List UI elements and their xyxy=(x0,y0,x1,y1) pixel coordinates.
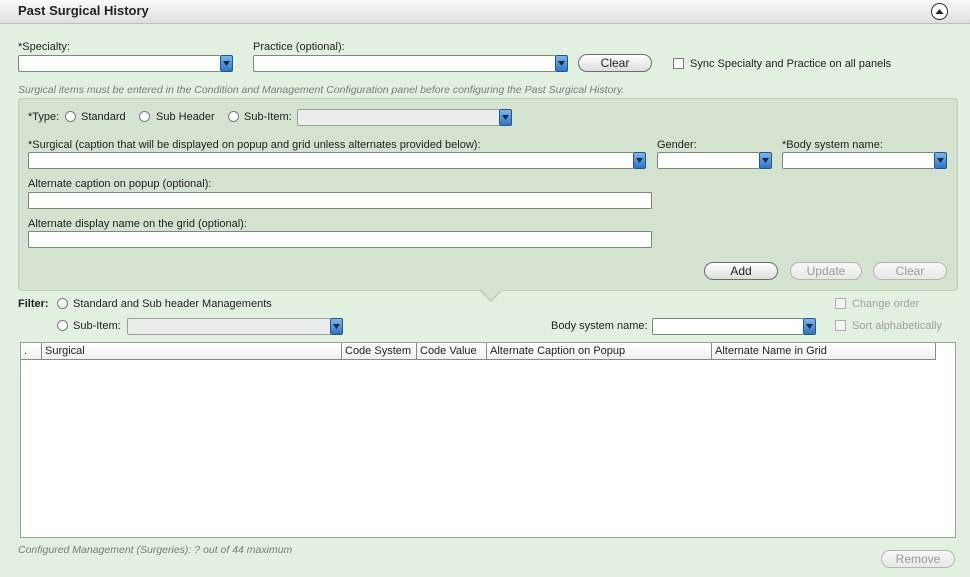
filter-standard-radio[interactable] xyxy=(57,298,68,309)
grid-header: . Surgical Code System Code Value Altern… xyxy=(21,343,936,360)
sort-alpha-label: Sort alphabetically xyxy=(852,320,942,332)
panel-header: Past Surgical History xyxy=(0,0,970,24)
filter-subitem-select[interactable] xyxy=(127,318,343,335)
config-hint: Surgical items must be entered in the Co… xyxy=(18,84,625,96)
change-order-checkbox[interactable] xyxy=(835,298,846,309)
filter-body-system-label: Body system name: xyxy=(551,320,648,332)
type-subitem-radio[interactable] xyxy=(228,111,239,122)
surgical-label: *Surgical (caption that will be displaye… xyxy=(28,139,481,151)
sync-label: Sync Specialty and Practice on all panel… xyxy=(690,58,892,70)
type-subheader-radio[interactable] xyxy=(139,111,150,122)
body-system-label: *Body system name: xyxy=(782,139,883,151)
chevron-down-icon[interactable] xyxy=(220,55,233,72)
add-button[interactable]: Add xyxy=(704,262,778,280)
surgical-select[interactable] xyxy=(28,152,646,169)
alt-popup-input[interactable] xyxy=(28,192,652,209)
column-header[interactable]: . xyxy=(21,343,42,360)
column-header[interactable]: Surgical xyxy=(42,343,342,360)
specialty-select[interactable] xyxy=(18,55,233,72)
filter-subitem-label: Sub-Item: xyxy=(73,320,121,332)
clear-top-button[interactable]: Clear xyxy=(578,54,652,72)
collapse-up-icon[interactable] xyxy=(931,3,948,20)
practice-select[interactable] xyxy=(253,55,568,72)
clear-panel-button[interactable]: Clear xyxy=(873,262,947,280)
filter-body-system-select[interactable] xyxy=(652,318,816,335)
type-subitem-select[interactable] xyxy=(297,109,512,126)
type-standard-radio[interactable] xyxy=(65,111,76,122)
specialty-label: *Specialty: xyxy=(18,41,70,53)
chevron-down-icon[interactable] xyxy=(934,152,947,169)
gender-select[interactable] xyxy=(657,152,772,169)
surgical-grid[interactable]: . Surgical Code System Code Value Altern… xyxy=(20,342,956,538)
chevron-down-icon[interactable] xyxy=(803,318,816,335)
body-system-select[interactable] xyxy=(782,152,947,169)
type-standard-label: Standard xyxy=(81,111,126,123)
gender-label: Gender: xyxy=(657,139,697,151)
type-subitem-label: Sub-Item: xyxy=(244,111,292,123)
chevron-down-icon[interactable] xyxy=(555,55,568,72)
column-header[interactable]: Alternate Name in Grid xyxy=(712,343,936,360)
column-header[interactable]: Code System xyxy=(342,343,417,360)
alt-grid-input[interactable] xyxy=(28,231,652,248)
column-header[interactable]: Alternate Caption on Popup xyxy=(487,343,712,360)
filter-label: Filter: xyxy=(18,298,49,310)
chevron-down-icon[interactable] xyxy=(330,318,343,335)
type-label: *Type: xyxy=(28,111,60,123)
filter-subitem-radio[interactable] xyxy=(57,320,68,331)
type-subheader-label: Sub Header xyxy=(156,111,215,123)
sort-alpha-checkbox[interactable] xyxy=(835,320,846,331)
change-order-label: Change order xyxy=(852,298,920,310)
column-header[interactable]: Code Value xyxy=(417,343,487,360)
practice-label: Practice (optional): xyxy=(253,41,345,53)
sync-checkbox[interactable] xyxy=(673,58,684,69)
alt-popup-label: Alternate caption on popup (optional): xyxy=(28,178,212,190)
remove-button[interactable]: Remove xyxy=(881,550,955,568)
configured-count: Configured Management (Surgeries): ? out… xyxy=(18,544,293,556)
update-button[interactable]: Update xyxy=(790,262,862,280)
chevron-down-icon[interactable] xyxy=(759,152,772,169)
page-title: Past Surgical History xyxy=(18,3,149,18)
chevron-down-icon[interactable] xyxy=(633,152,646,169)
chevron-down-icon[interactable] xyxy=(499,109,512,126)
filter-standard-label: Standard and Sub header Managements xyxy=(73,298,272,310)
alt-grid-label: Alternate display name on the grid (opti… xyxy=(28,218,247,230)
